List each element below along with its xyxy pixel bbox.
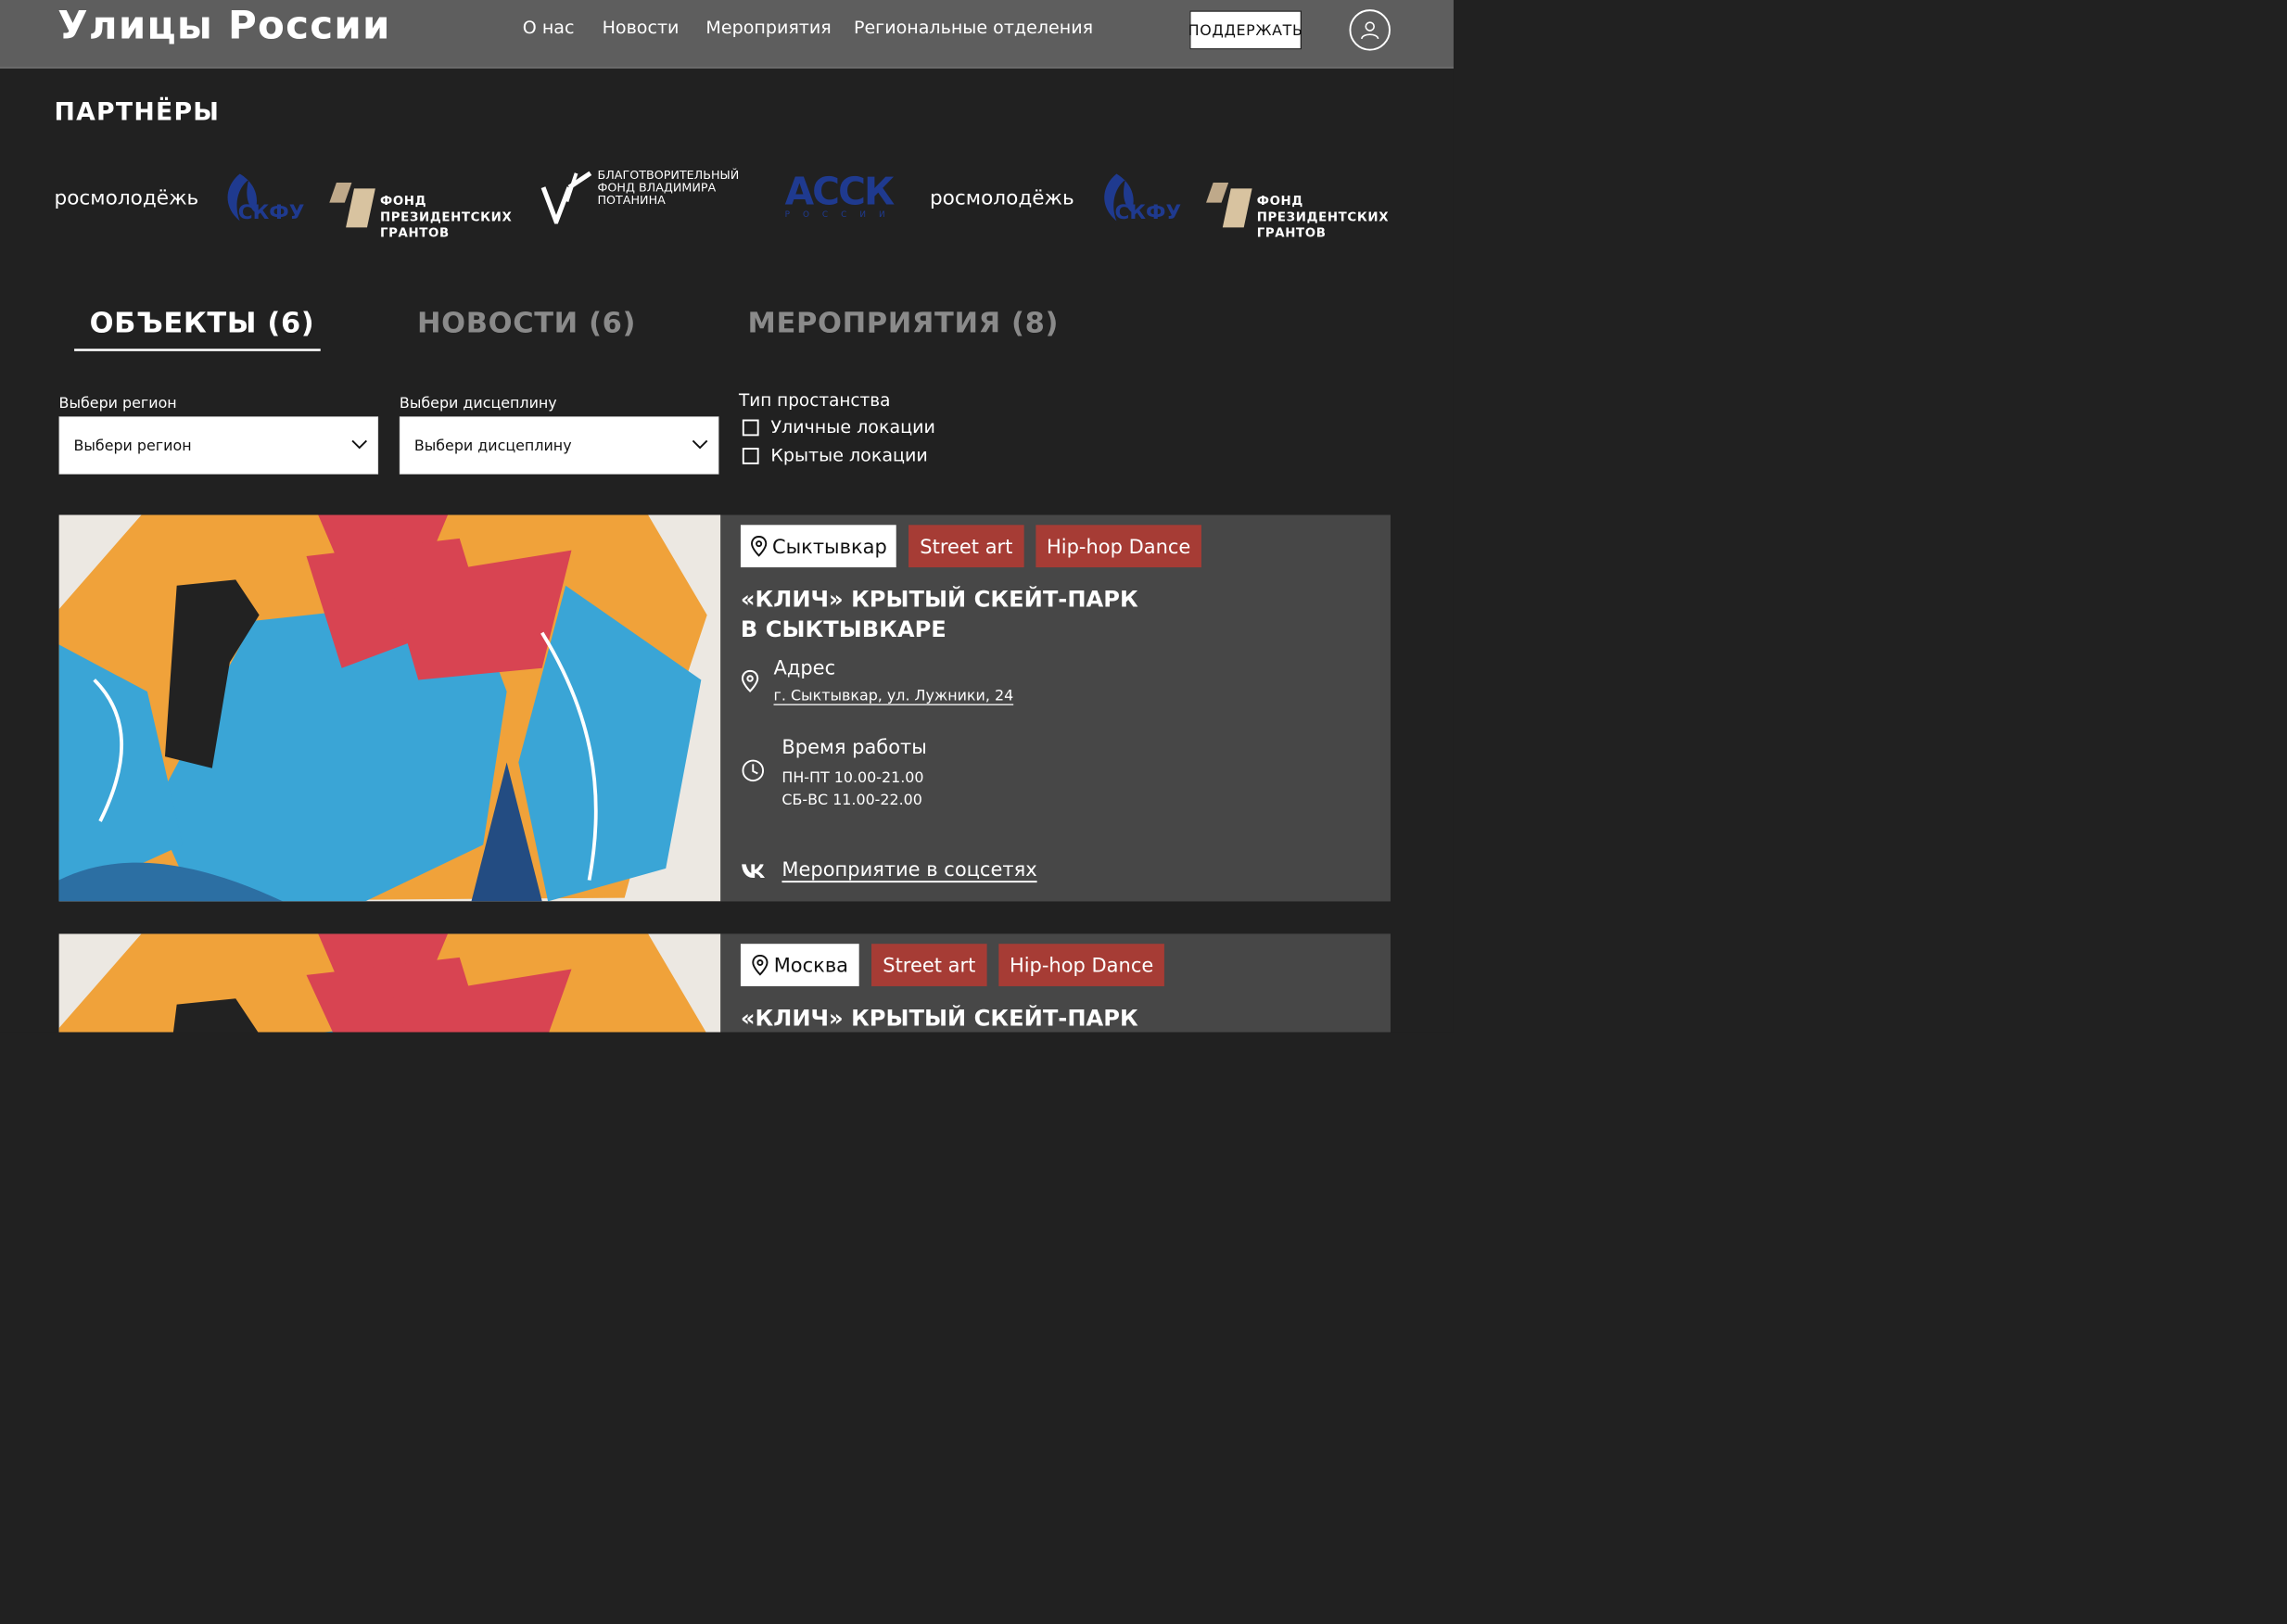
skfu-logo-text: СКФУ <box>237 200 305 224</box>
tab-objects[interactable]: ОБЪЕКТЫ (6) <box>90 307 315 340</box>
clock-icon <box>742 759 765 782</box>
chevron-down-icon <box>692 439 708 450</box>
partner-rosmolodezh[interactable]: росмолодёжь <box>54 186 198 209</box>
hours-label: Время работы <box>781 735 927 758</box>
support-button[interactable]: ПОДДЕРЖАТЬ <box>1188 10 1302 50</box>
checkbox-indoor-box[interactable] <box>742 447 759 464</box>
hours-weekdays: ПН-ПТ 10.00-21.00 <box>781 768 924 786</box>
partner-skfu-2[interactable]: СКФУ <box>1096 171 1182 224</box>
object-image <box>58 514 721 902</box>
social-link[interactable]: Мероприятие в соцсетях <box>781 857 1036 881</box>
checkbox-indoor-label: Крытые локации <box>770 445 928 466</box>
nav-about[interactable]: О нас <box>523 18 575 38</box>
object-title[interactable]: «КЛИЧ» КРЫТЫЙ СКЕЙТ-ПАРК В СЫКТЫВКАРЕ <box>741 584 1138 644</box>
fpg-logo-text: ФОНД ПРЕЗИДЕНТСКИХ ГРАНТОВ <box>1256 194 1390 240</box>
nav-events[interactable]: Мероприятия <box>705 18 831 38</box>
checkbox-street-box[interactable] <box>742 419 759 437</box>
checkbox-street-label: Уличные локации <box>770 416 935 438</box>
city-badge[interactable]: Москва <box>740 944 859 986</box>
discipline-select-value: Выбери дисцеплину <box>413 437 572 454</box>
partners-title: ПАРТНЁРЫ <box>54 96 221 127</box>
graffiti-image <box>58 514 721 902</box>
page: Улицы России О нас Новости Мероприятия Р… <box>0 0 1454 1033</box>
tag-hip-hop-dance[interactable]: Hip-hop Dance <box>998 944 1164 986</box>
graffiti-image <box>58 933 721 1033</box>
tab-news[interactable]: НОВОСТИ (6) <box>417 307 636 340</box>
region-select[interactable]: Выбери регион <box>58 416 379 475</box>
object-card[interactable]: Сыктывкар Street art Hip-hop Dance «КЛИЧ… <box>58 514 1391 902</box>
location-pin-icon <box>741 669 759 693</box>
profile-button[interactable] <box>1349 9 1391 51</box>
discipline-filter-label: Выбери дисцеплину <box>399 394 557 412</box>
object-title[interactable]: «КЛИЧ» КРЫТЫЙ СКЕЙТ-ПАРК <box>741 1003 1138 1032</box>
user-icon <box>1361 21 1379 40</box>
active-tab-underline <box>74 349 321 351</box>
partner-fpg-2[interactable]: ФОНД ПРЕЗИДЕНТСКИХ ГРАНТОВ <box>1202 169 1389 241</box>
hours-weekend: СБ-ВС 11.00-22.00 <box>781 791 922 809</box>
partner-rosmolodezh-2[interactable]: росмолодёжь <box>930 186 1074 209</box>
partner-assk[interactable]: АССК РОССИИ <box>784 170 898 220</box>
fpg-emblem-icon <box>329 182 375 228</box>
chevron-down-icon <box>351 439 368 450</box>
nav-regional-branches[interactable]: Региональные отделения <box>854 18 1093 38</box>
potanin-logo-text: БЛАГОТВОРИТЕЛЬНЫЙ ФОНД ВЛАДИМИРА ПОТАНИНА <box>597 167 740 207</box>
partner-fpg[interactable]: ФОНД ПРЕЗИДЕНТСКИХ ГРАНТОВ <box>325 169 512 241</box>
nav-news[interactable]: Новости <box>603 18 680 38</box>
potanin-v-icon <box>540 171 592 224</box>
fpg-logo-text: ФОНД ПРЕЗИДЕНТСКИХ ГРАНТОВ <box>379 194 513 240</box>
region-filter-label: Выбери регион <box>58 394 177 412</box>
assk-logo-text: АССК <box>784 170 896 214</box>
partner-skfu[interactable]: СКФУ <box>219 171 305 224</box>
tag-hip-hop-dance[interactable]: Hip-hop Dance <box>1036 525 1201 568</box>
partner-potanin-fund[interactable]: БЛАГОТВОРИТЕЛЬНЫЙ ФОНД ВЛАДИМИРА ПОТАНИНА <box>540 167 740 224</box>
city-badge-label: Москва <box>773 953 849 977</box>
rosmolodezh-logo-text: росмолодёжь <box>54 185 199 210</box>
checkbox-street[interactable]: Уличные локации <box>742 416 935 438</box>
space-type-label: Тип простанства <box>739 389 891 411</box>
assk-sub-text: РОССИИ <box>784 209 898 220</box>
skfu-logo-text: СКФУ <box>1114 200 1182 224</box>
city-badge[interactable]: Сыктывкар <box>740 525 896 568</box>
address-link[interactable]: г. Сыктывкар, ул. Лужники, 24 <box>774 687 1014 704</box>
location-pin-icon <box>750 536 767 557</box>
site-logo[interactable]: Улицы России <box>57 3 390 48</box>
location-pin-icon <box>752 954 769 976</box>
object-card[interactable]: Москва Street art Hip-hop Dance «КЛИЧ» К… <box>58 933 1391 1033</box>
city-badge-label: Сыктывкар <box>771 534 887 558</box>
tag-street-art[interactable]: Street art <box>908 525 1024 568</box>
discipline-select[interactable]: Выбери дисцеплину <box>399 416 719 475</box>
site-header: Улицы России О нас Новости Мероприятия Р… <box>0 0 1454 69</box>
vk-icon[interactable] <box>741 862 767 879</box>
tag-street-art[interactable]: Street art <box>871 944 987 986</box>
object-image <box>58 933 721 1033</box>
checkbox-indoor[interactable]: Крытые локации <box>742 445 928 466</box>
region-select-value: Выбери регион <box>73 437 192 454</box>
fpg-emblem-icon <box>1206 182 1252 228</box>
address-label: Адрес <box>773 656 836 679</box>
rosmolodezh-logo-text: росмолодёжь <box>929 185 1074 210</box>
tab-events[interactable]: МЕРОПРИЯТИЯ (8) <box>748 307 1060 340</box>
